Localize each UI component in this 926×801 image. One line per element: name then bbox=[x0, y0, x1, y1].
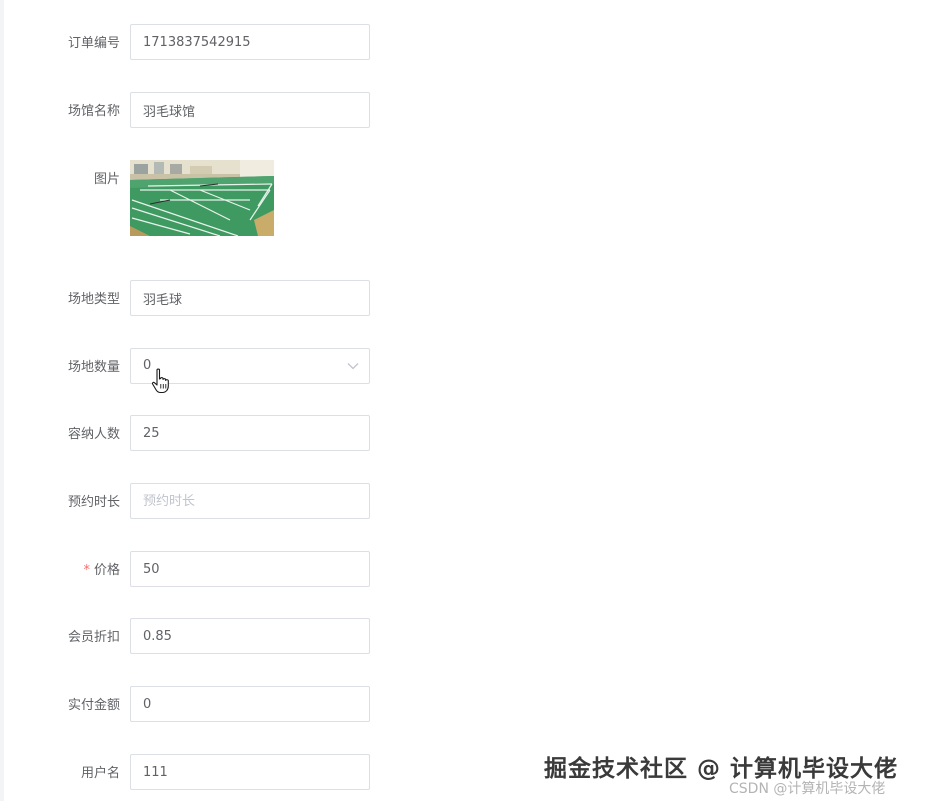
paid-amount-label: 实付金额 bbox=[67, 698, 120, 713]
picture-label: 图片 bbox=[93, 172, 120, 187]
venue-picture[interactable] bbox=[130, 160, 274, 236]
duration-row: 预约时长 bbox=[0, 483, 400, 523]
badminton-court-image bbox=[130, 160, 274, 236]
picture-row: 图片 bbox=[0, 160, 400, 240]
required-mark: * bbox=[83, 563, 90, 578]
field-count-label: 场地数量 bbox=[67, 360, 120, 375]
paid-amount-row: 实付金额 bbox=[0, 686, 400, 726]
order-no-row: 订单编号 bbox=[0, 24, 400, 64]
chevron-down-icon bbox=[347, 363, 359, 370]
username-row: 用户名 bbox=[0, 754, 400, 794]
paid-amount-input[interactable] bbox=[130, 686, 370, 722]
field-count-select[interactable]: 0 bbox=[130, 348, 370, 384]
username-input[interactable] bbox=[130, 754, 370, 790]
price-input[interactable] bbox=[130, 551, 370, 587]
order-no-input[interactable] bbox=[130, 24, 370, 60]
venue-name-input[interactable] bbox=[130, 92, 370, 128]
duration-input[interactable] bbox=[130, 483, 370, 519]
member-discount-input[interactable] bbox=[130, 618, 370, 654]
member-discount-label: 会员折扣 bbox=[67, 630, 120, 645]
field-type-label: 场地类型 bbox=[67, 292, 120, 307]
venue-name-label: 场馆名称 bbox=[67, 104, 120, 119]
price-label-wrap: * 价格 bbox=[83, 551, 120, 591]
field-count-value: 0 bbox=[143, 358, 152, 373]
price-label: 价格 bbox=[93, 563, 120, 578]
username-label: 用户名 bbox=[80, 766, 120, 781]
capacity-label: 容纳人数 bbox=[67, 427, 120, 442]
capacity-input[interactable] bbox=[130, 415, 370, 451]
venue-name-row: 场馆名称 bbox=[0, 92, 400, 132]
price-row: * 价格 bbox=[0, 551, 400, 591]
field-count-row: 场地数量 0 bbox=[0, 348, 400, 388]
capacity-row: 容纳人数 bbox=[0, 415, 400, 455]
watermark-sub: CSDN @计算机毕设大佬 bbox=[729, 781, 886, 797]
order-no-label: 订单编号 bbox=[67, 36, 120, 51]
field-type-row: 场地类型 bbox=[0, 280, 400, 320]
field-type-input[interactable] bbox=[130, 280, 370, 316]
member-discount-row: 会员折扣 bbox=[0, 618, 400, 658]
duration-label: 预约时长 bbox=[67, 495, 120, 510]
